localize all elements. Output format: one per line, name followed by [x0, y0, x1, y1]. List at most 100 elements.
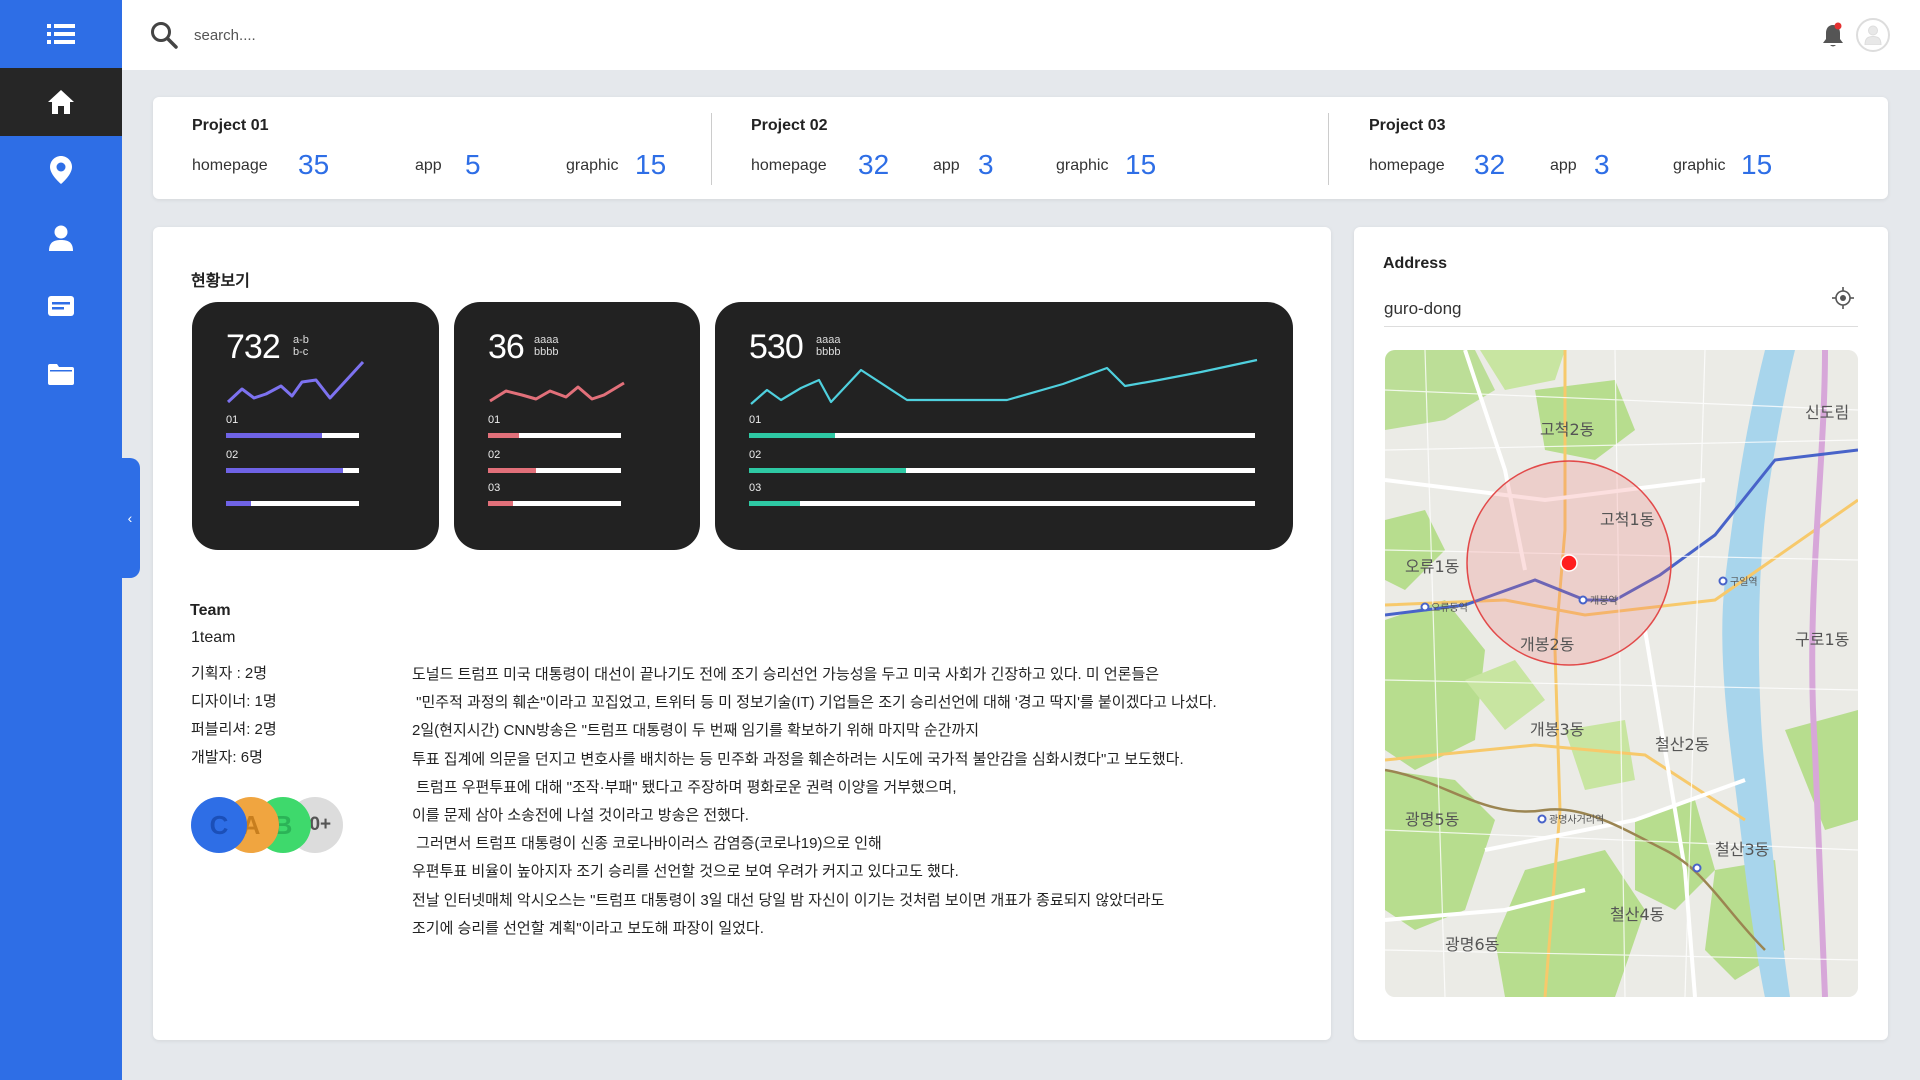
- map-label: 광명사거리역: [1549, 814, 1604, 826]
- progress-fill: [488, 433, 519, 438]
- news-article: 도널드 트럼프 미국 대통령이 대선이 끝나기도 전에 조기 승리선언 가능성을…: [412, 661, 1292, 943]
- sidebar-item-user[interactable]: [0, 204, 122, 272]
- sidebar-item-folder[interactable]: [0, 340, 122, 408]
- bar-label: 01: [226, 414, 239, 426]
- news-line: 도널드 트럼프 미국 대통령이 대선이 끝나기도 전에 조기 승리선언 가능성을…: [412, 666, 1160, 683]
- stat-label: app: [933, 157, 960, 174]
- bar-label: 01: [749, 414, 762, 426]
- sidebar-item-location[interactable]: [0, 136, 122, 204]
- project-item: Project 01 homepage 35 app 5 graphic 15: [153, 97, 713, 199]
- stat-card[interactable]: 36 aaaa bbbb 01 02 03: [454, 302, 700, 550]
- map-label: 고척2동: [1540, 420, 1594, 439]
- stat-card[interactable]: 732 a-b b-c 01 02: [192, 302, 439, 550]
- progress-fill: [488, 501, 514, 506]
- map-label: 광명6동: [1445, 935, 1499, 954]
- progress-bar: [226, 501, 359, 506]
- team-name: 1team: [191, 629, 236, 646]
- stat-label: graphic: [1056, 157, 1109, 174]
- sidebar-item-message[interactable]: [0, 272, 122, 340]
- search-icon[interactable]: [150, 21, 178, 49]
- card-sub-label: aaaa: [816, 334, 841, 346]
- progress-bar: [749, 468, 1255, 473]
- notification-bell-icon[interactable]: [1822, 22, 1844, 48]
- card-sub-label: aaaa: [534, 334, 559, 346]
- progress-bar: [488, 433, 621, 438]
- news-line: 투표 집계에 의문을 던지고 변호사를 배치하는 등 민주화 과정을 훼손하려는…: [412, 750, 1184, 768]
- address-input[interactable]: [1384, 291, 1858, 327]
- map-view[interactable]: 고척1동 고척2동 오류1동 개봉2동 개봉3동 구로1동 철산2동 광명5동 …: [1385, 350, 1858, 997]
- role-item: 기획자 : 2명: [191, 665, 268, 682]
- bar-label: 01: [488, 414, 501, 426]
- card-sub-label: bbbb: [816, 346, 841, 358]
- sidebar-collapse-toggle[interactable]: ‹: [120, 458, 140, 578]
- news-line: 2일(현지시간) CNN방송은 "트럼프 대통령이 두 번째 임기를 확보하기 …: [412, 722, 980, 740]
- stat-value: 15: [635, 149, 667, 180]
- sparkline: [226, 360, 365, 404]
- progress-bar: [749, 501, 1255, 506]
- map-label: 철산4동: [1610, 905, 1664, 924]
- news-line: 조기에 승리를 선언할 계획"이라고 보도해 파장이 일었다.: [412, 919, 764, 937]
- stat-label: homepage: [1369, 157, 1445, 174]
- map-label: 신도림: [1805, 403, 1849, 422]
- divider: [711, 113, 712, 185]
- map-label: 철산2동: [1655, 735, 1709, 754]
- progress-fill: [226, 501, 252, 506]
- locate-icon[interactable]: [1832, 287, 1854, 309]
- search-input[interactable]: [194, 20, 594, 50]
- stat-label: graphic: [566, 157, 619, 174]
- progress-fill: [226, 468, 344, 473]
- stat-value: 35: [298, 149, 330, 180]
- team-roles: 기획자 : 2명 디자이너: 1명 퍼블리셔: 2명 개발자: 6명: [191, 660, 277, 772]
- top-header: [122, 0, 1920, 70]
- map-label: 개봉2동: [1520, 635, 1574, 654]
- team-title: Team: [190, 602, 231, 619]
- address-panel: Address guro-dong 고척1동 고척2동 오류1동 개봉2동 개봉…: [1354, 227, 1888, 1040]
- overview-title: 현황보기: [191, 273, 250, 290]
- stat-card[interactable]: 530 aaaa bbbb 01 02 03: [715, 302, 1293, 550]
- card-sub-label: a-b: [293, 334, 309, 346]
- bar-label: 02: [226, 449, 239, 461]
- folder-icon: [48, 364, 74, 385]
- map-label: 오류1동: [1405, 557, 1459, 576]
- sparkline: [750, 358, 1258, 405]
- stat-value: 5: [465, 149, 481, 180]
- user-icon: [49, 225, 73, 251]
- map-label: 오류동역: [1431, 602, 1468, 614]
- home-icon: [48, 90, 74, 114]
- map-label: 구일역: [1730, 576, 1758, 588]
- map-label: 철산3동: [1715, 840, 1769, 859]
- message-icon: [48, 296, 74, 316]
- stat-value: 15: [1741, 149, 1773, 180]
- map-label: 개봉3동: [1530, 720, 1584, 739]
- progress-bar: [488, 501, 621, 506]
- project-title: Project 03: [1369, 117, 1446, 134]
- progress-fill: [749, 501, 800, 506]
- project-title: Project 01: [192, 117, 269, 134]
- menu-button[interactable]: [0, 0, 122, 68]
- stat-label: app: [415, 157, 442, 174]
- sparkline: [489, 381, 625, 403]
- stat-value: 3: [1594, 149, 1610, 180]
- progress-fill: [749, 433, 836, 438]
- progress-fill: [749, 468, 906, 473]
- stat-value: 15: [1125, 149, 1157, 180]
- progress-bar: [226, 468, 359, 473]
- member-avatar[interactable]: C: [191, 797, 247, 853]
- stat-value: 32: [1474, 149, 1506, 180]
- progress-bar: [488, 468, 621, 473]
- card-sub-label: b-c: [293, 346, 309, 358]
- role-item: 디자이너: 1명: [191, 693, 277, 710]
- sidebar-item-home[interactable]: [0, 68, 122, 136]
- bar-label: 02: [488, 449, 501, 461]
- bar-label: 02: [749, 449, 762, 461]
- role-item: 개발자: 6명: [191, 749, 263, 766]
- map-label: 고척1동: [1600, 510, 1654, 529]
- sidebar: [0, 0, 122, 1080]
- user-avatar[interactable]: [1856, 18, 1890, 52]
- stat-label: app: [1550, 157, 1577, 174]
- list-icon: [47, 24, 75, 44]
- progress-bar: [226, 433, 359, 438]
- card-value: 36: [488, 328, 525, 366]
- project-item: Project 03 homepage 32 app 3 graphic 15: [1331, 97, 1888, 199]
- project-title: Project 02: [751, 117, 828, 134]
